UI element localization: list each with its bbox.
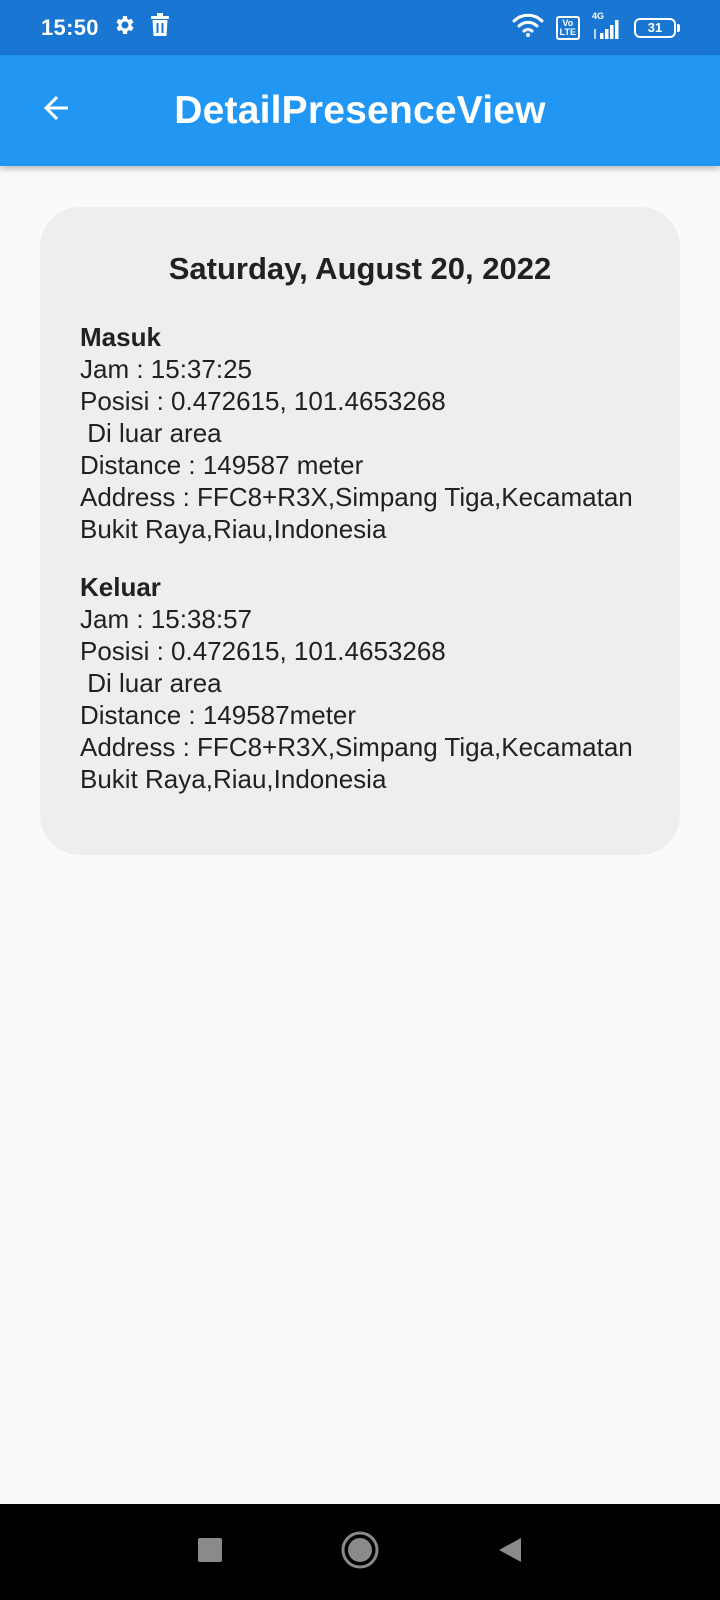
keluar-time: Jam : 15:38:57 — [80, 604, 252, 634]
masuk-title: Masuk — [80, 322, 161, 352]
trash-icon — [149, 13, 171, 42]
wifi-icon — [512, 13, 544, 42]
app-bar: DetailPresenceView — [0, 55, 720, 166]
status-time: 15:50 — [41, 14, 99, 40]
masuk-position: Posisi : 0.472615, 101.4653268 — [80, 386, 446, 416]
keluar-distance: Distance : 149587meter — [80, 700, 357, 730]
recents-button[interactable] — [180, 1522, 240, 1582]
status-left-icons — [113, 13, 171, 42]
status-right-icons: Vo LTE 4G 31 — [512, 11, 680, 42]
masuk-area-status: Di luar area — [80, 418, 222, 448]
back-arrow-icon — [38, 90, 74, 131]
keluar-address: Address : FFC8+R3X,Simpang Tiga,Kecamata… — [80, 732, 633, 794]
recents-square-icon — [197, 1537, 223, 1568]
presence-date: Saturday, August 20, 2022 — [168, 251, 552, 286]
back-button[interactable] — [30, 85, 82, 137]
signal-icon: 4G — [592, 11, 622, 41]
home-button[interactable] — [330, 1522, 390, 1582]
presence-detail-card: Saturday, August 20, 2022 Masuk Jam : 15… — [40, 207, 680, 855]
gear-icon — [113, 13, 137, 42]
keluar-title: Keluar — [80, 572, 161, 602]
masuk-address: Address : FFC8+R3X,Simpang Tiga,Kecamata… — [80, 482, 633, 544]
keluar-area-status: Di luar area — [80, 668, 222, 698]
volte-bottom-label: LTE — [559, 26, 576, 37]
masuk-section: Masuk Jam : 15:37:25 Posisi : 0.472615, … — [80, 321, 640, 545]
page-title: DetailPresenceView — [174, 88, 546, 132]
back-nav-button[interactable] — [480, 1522, 540, 1582]
battery-level: 31 — [634, 17, 676, 38]
back-triangle-icon — [497, 1536, 523, 1569]
volte-icon: Vo LTE — [555, 15, 580, 40]
masuk-distance: Distance : 149587 meter — [80, 450, 364, 480]
system-nav-bar — [0, 1504, 720, 1600]
masuk-time: Jam : 15:37:25 — [80, 354, 252, 384]
status-bar: 15:50 Vo LTE 4G 31 — [0, 0, 720, 55]
battery-icon: 31 — [634, 17, 680, 38]
keluar-position: Posisi : 0.472615, 101.4653268 — [80, 636, 446, 666]
home-circle-icon — [340, 1530, 380, 1575]
battery-tip — [677, 23, 680, 32]
keluar-section: Keluar Jam : 15:38:57 Posisi : 0.472615,… — [80, 571, 640, 795]
